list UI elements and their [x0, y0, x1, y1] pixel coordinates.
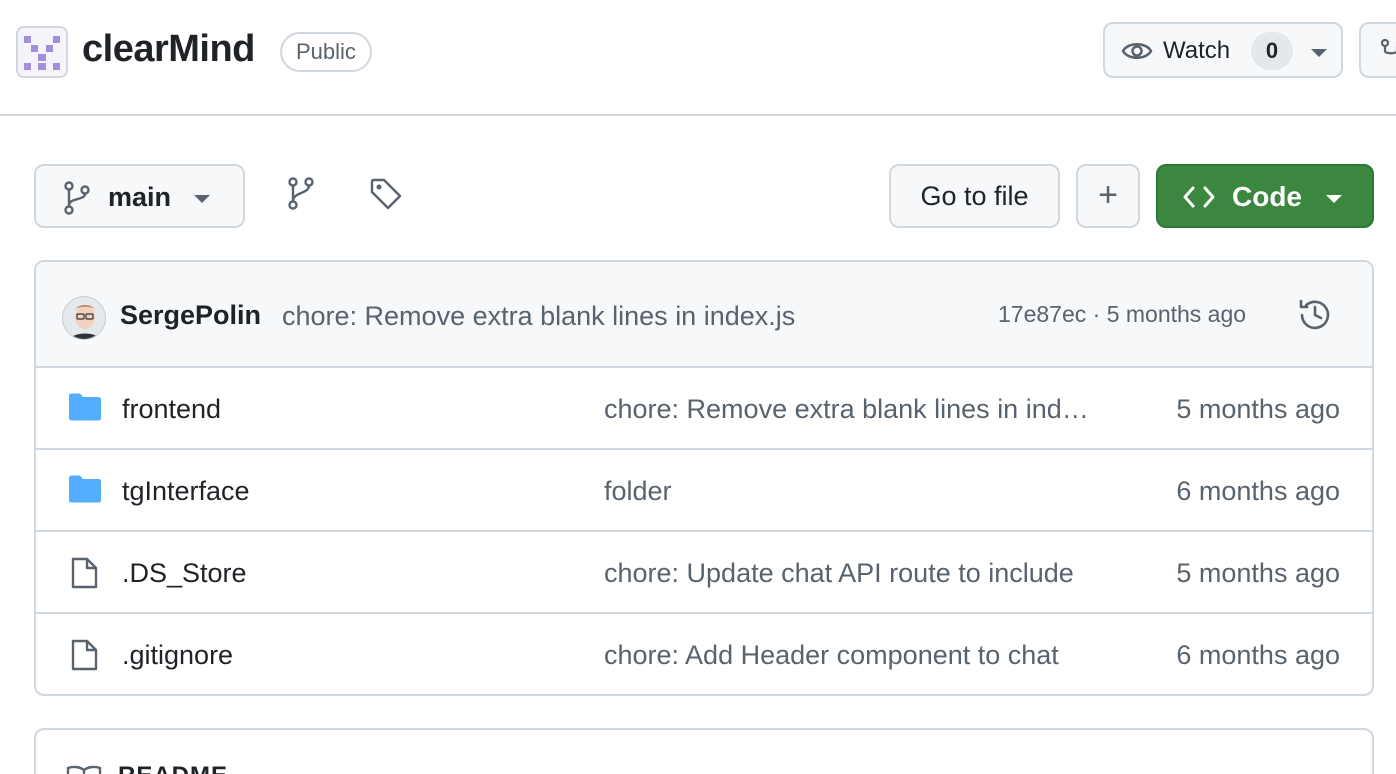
- file-name[interactable]: frontend: [122, 394, 221, 425]
- branches-link[interactable]: [284, 176, 324, 216]
- branch-name: main: [108, 182, 172, 212]
- visibility-badge: Public: [280, 32, 372, 72]
- folder-icon: [69, 475, 101, 503]
- chevron-down-icon: [194, 195, 210, 203]
- file-row[interactable]: frontend chore: Remove extra blank lines…: [36, 368, 1372, 450]
- chevron-down-icon: [1311, 49, 1327, 57]
- file-commit-date: 5 months ago: [1176, 558, 1340, 588]
- fork-button[interactable]: [1359, 22, 1396, 78]
- tags-link[interactable]: [368, 176, 408, 216]
- readme-panel: README: [34, 728, 1374, 774]
- repo-header: clearMind Public Watch 0: [0, 0, 1396, 116]
- repo-name[interactable]: clearMind: [82, 28, 255, 71]
- add-file-button[interactable]: +: [1076, 164, 1140, 228]
- file-commit-message[interactable]: chore: Add Header component to chat: [604, 640, 1098, 671]
- identicon-icon: [24, 36, 60, 70]
- commit-message[interactable]: chore: Remove extra blank lines in index…: [282, 301, 795, 332]
- tag-icon: [370, 178, 402, 210]
- code-button[interactable]: Code: [1156, 164, 1374, 228]
- file-commit-date: 6 months ago: [1176, 640, 1340, 670]
- file-name[interactable]: tgInterface: [122, 476, 250, 507]
- code-icon: [1183, 186, 1215, 208]
- file-commit-date: 5 months ago: [1176, 394, 1340, 424]
- file-row[interactable]: .DS_Store chore: Update chat API route t…: [36, 532, 1372, 614]
- watch-label: Watch: [1163, 37, 1231, 64]
- eye-icon: [1121, 43, 1153, 59]
- branch-icon: [64, 181, 90, 215]
- avatar[interactable]: [62, 296, 106, 340]
- latest-commit-bar: SergePolin chore: Remove extra blank lin…: [36, 262, 1372, 368]
- file-name[interactable]: .DS_Store: [122, 558, 247, 589]
- file-icon: [71, 557, 98, 589]
- commit-meta[interactable]: 17e87ec · 5 months ago: [998, 301, 1246, 328]
- commit-author[interactable]: SergePolin: [120, 300, 261, 331]
- code-label: Code: [1232, 181, 1302, 212]
- file-commit-message[interactable]: folder: [604, 476, 1098, 507]
- file-icon: [71, 639, 98, 671]
- book-icon: [66, 765, 102, 774]
- readme-label[interactable]: README: [118, 762, 228, 774]
- fork-icon: [1380, 38, 1396, 55]
- go-to-file-button[interactable]: Go to file: [889, 164, 1060, 228]
- history-icon[interactable]: [1296, 296, 1334, 334]
- file-name[interactable]: .gitignore: [122, 640, 233, 671]
- file-row[interactable]: tgInterface folder 6 months ago: [36, 450, 1372, 532]
- watch-count: 0: [1251, 32, 1293, 70]
- file-row[interactable]: .gitignore chore: Add Header component t…: [36, 614, 1372, 694]
- user-avatar-icon: [63, 297, 105, 339]
- chevron-down-icon: [1326, 195, 1342, 203]
- file-commit-date: 6 months ago: [1176, 476, 1340, 506]
- file-commit-message[interactable]: chore: Remove extra blank lines in index…: [604, 394, 1098, 425]
- branches-icon: [288, 177, 314, 210]
- file-browser: SergePolin chore: Remove extra blank lin…: [34, 260, 1374, 696]
- file-commit-message[interactable]: chore: Update chat API route to include: [604, 558, 1098, 589]
- branch-selector[interactable]: main: [34, 164, 245, 228]
- repo-avatar[interactable]: [16, 26, 68, 78]
- watch-button[interactable]: Watch 0: [1103, 22, 1343, 78]
- folder-icon: [69, 393, 101, 421]
